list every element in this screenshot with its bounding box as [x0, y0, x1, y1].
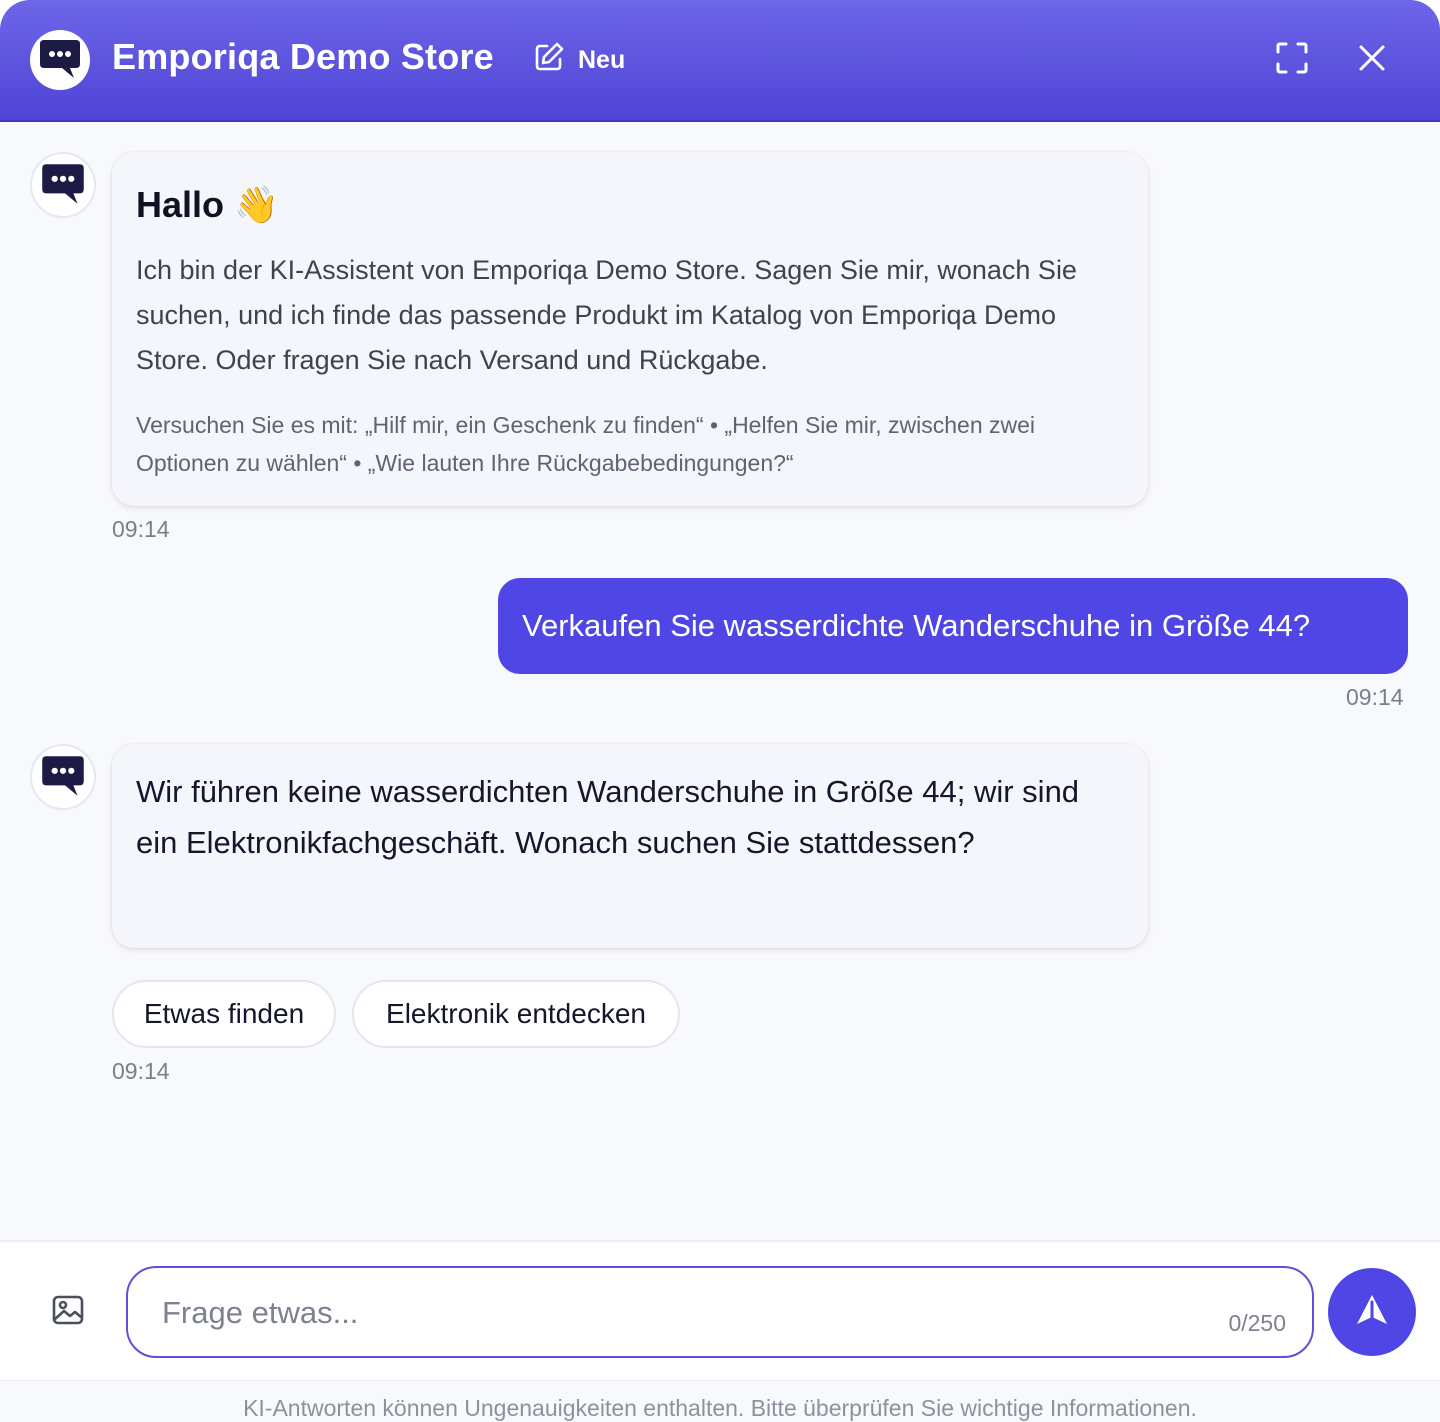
close-icon [1356, 42, 1388, 79]
composer: 0/250 [0, 1240, 1440, 1380]
message-input-box: 0/250 [126, 1266, 1314, 1358]
assistant-message: Hallo 👋 Ich bin der KI-Assistent von Emp… [112, 152, 1148, 506]
char-counter: 0/250 [1228, 1310, 1286, 1336]
message-timestamp: 09:14 [1346, 684, 1404, 710]
greeting-title-text: Hallo [136, 184, 225, 225]
greeting-text: Ich bin der KI-Assistent von Emporiqa De… [136, 255, 1077, 375]
assistant-avatar [30, 152, 96, 218]
expand-button[interactable] [1270, 38, 1314, 82]
chat-header: Emporiqa Demo Store Neu [0, 0, 1440, 122]
store-logo [30, 30, 90, 90]
assistant-message: Wir führen keine wasserdichten Wandersch… [112, 744, 1148, 948]
suggestion-chip-electronics[interactable]: Elektronik entdecken [352, 980, 680, 1048]
wave-emoji-icon: 👋 [234, 184, 279, 225]
send-icon [1353, 1291, 1391, 1334]
expand-icon [1274, 40, 1310, 81]
new-chat-label: Neu [578, 45, 626, 74]
message-timestamp: 09:14 [112, 516, 170, 542]
send-button[interactable] [1328, 1268, 1416, 1356]
store-title: Emporiqa Demo Store [112, 36, 494, 77]
chat-bubble-icon [36, 748, 90, 807]
chat-bubble-icon [36, 156, 90, 215]
chat-bubble-icon [34, 32, 86, 89]
user-message: Verkaufen Sie wasserdichte Wanderschuhe … [498, 578, 1408, 674]
image-icon [51, 1293, 85, 1332]
message-timestamp: 09:14 [112, 1058, 170, 1084]
new-chat-button[interactable]: Neu [532, 40, 625, 80]
greeting-title: Hallo 👋 [136, 184, 279, 226]
message-input[interactable] [162, 1286, 1202, 1340]
ai-disclaimer: KI-Antworten können Ungenauigkeiten enth… [0, 1380, 1440, 1422]
attach-image-button[interactable] [46, 1290, 90, 1334]
assistant-avatar [30, 744, 96, 810]
close-button[interactable] [1350, 38, 1394, 82]
chat-window: Emporiqa Demo Store Neu Hallo 👋 Ich bin … [0, 0, 1440, 1422]
answer-text: Wir führen keine wasserdichten Wandersch… [136, 774, 1080, 860]
greeting-hint: Versuchen Sie es mit: „Hilf mir, ein Ges… [136, 412, 1036, 476]
suggestion-chip-find[interactable]: Etwas finden [112, 980, 336, 1048]
edit-icon [532, 40, 566, 81]
